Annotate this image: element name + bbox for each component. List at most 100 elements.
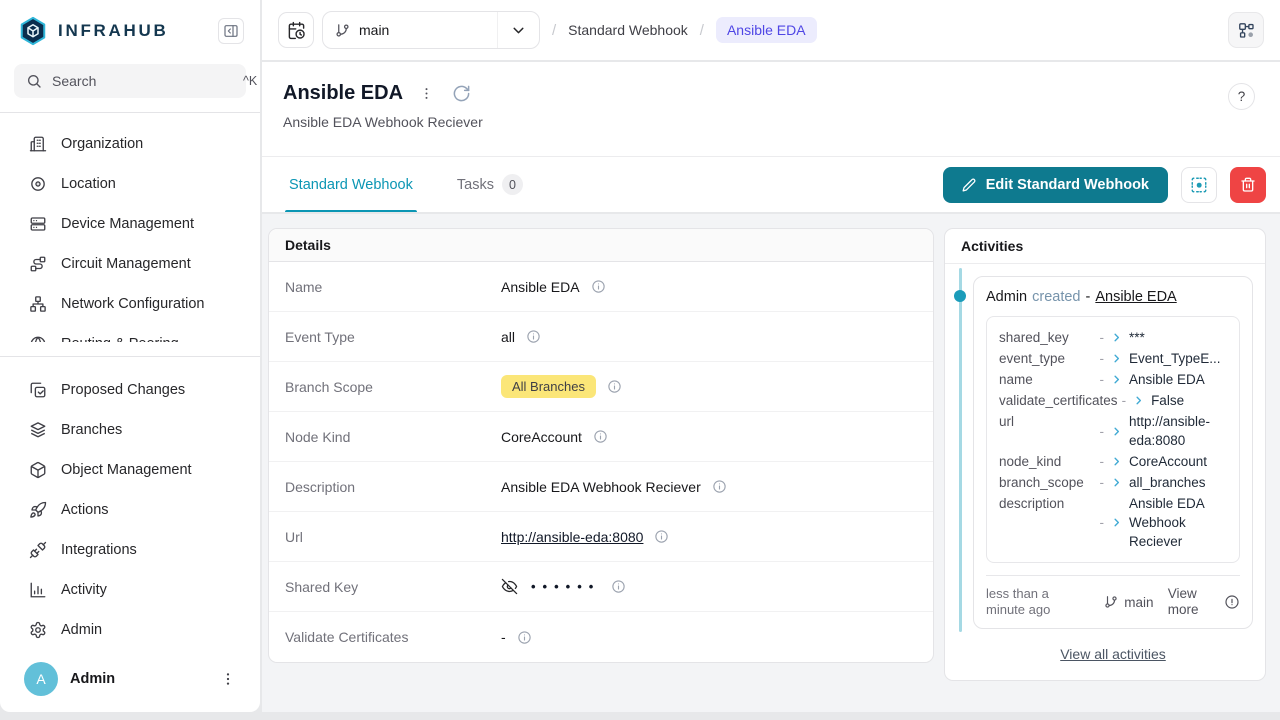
detail-row-description: Description Ansible EDA Webhook Reciever	[269, 462, 933, 512]
activity-properties: shared_key - *** event_type - Event_Type…	[986, 316, 1240, 563]
tab-tasks[interactable]: Tasks 0	[457, 157, 523, 212]
search-input[interactable]	[52, 73, 233, 89]
locate-icon	[29, 175, 47, 193]
sidebar-item-label: Actions	[61, 502, 109, 518]
info-icon[interactable]	[712, 479, 727, 494]
chevron-right-icon[interactable]	[1111, 353, 1122, 364]
cube-icon	[29, 461, 47, 479]
activity-footer: less than a minute ago main View more	[986, 575, 1240, 618]
property-key: validate_certificates	[999, 391, 1118, 410]
sidebar-item-network-configuration[interactable]: Network Configuration	[0, 284, 260, 324]
title-block: Ansible EDA Ansible EDA Webhook Reciever…	[262, 62, 1280, 156]
info-icon[interactable]	[611, 579, 626, 594]
info-icon[interactable]	[517, 630, 532, 645]
chevron-right-icon[interactable]	[1111, 426, 1122, 437]
calendar-clock-button[interactable]	[278, 12, 314, 48]
event-verb: created	[1032, 289, 1080, 305]
info-icon[interactable]	[591, 279, 606, 294]
property-value: Event_TypeE...	[1129, 349, 1227, 368]
detail-label: Event Type	[285, 329, 501, 345]
detail-value: Ansible EDA Webhook Reciever	[501, 479, 701, 495]
sidebar-item-object-management[interactable]: Object Management	[0, 450, 260, 490]
breadcrumb-separator: /	[552, 22, 556, 39]
title-kebab-menu-button[interactable]	[417, 84, 436, 103]
breadcrumb-current[interactable]: Ansible EDA	[716, 17, 817, 43]
activities-title: Activities	[945, 229, 1265, 264]
detail-value: CoreAccount	[501, 429, 582, 445]
info-icon[interactable]	[526, 329, 541, 344]
view-more-link[interactable]: View more	[1168, 586, 1210, 618]
sidebar-item-label: Location	[61, 176, 116, 192]
bar-chart-icon	[29, 581, 47, 599]
info-icon[interactable]	[593, 429, 608, 444]
sidebar-item-label: Routing & Peering	[61, 336, 179, 342]
manage-groups-button[interactable]	[1181, 167, 1217, 203]
rocket-icon	[29, 501, 47, 519]
property-key: description	[999, 494, 1096, 513]
git-branch-icon	[1104, 595, 1118, 609]
tasks-count-badge: 0	[502, 174, 523, 195]
chevron-right-icon[interactable]	[1133, 395, 1144, 406]
user-menu-button[interactable]	[216, 667, 240, 691]
sidebar-item-admin[interactable]: Admin	[0, 610, 260, 650]
sidebar-item-label: Branches	[61, 422, 122, 438]
chevron-right-icon[interactable]	[1111, 456, 1122, 467]
activity-branch: main	[1104, 595, 1153, 610]
detail-row-branch-scope: Branch Scope All Branches	[269, 362, 933, 412]
detail-label: Validate Certificates	[285, 629, 501, 645]
refresh-icon[interactable]	[450, 82, 473, 105]
delete-button[interactable]	[1230, 167, 1266, 203]
property-dash: -	[1122, 391, 1127, 410]
tab-label: Standard Webhook	[289, 177, 413, 193]
property-row: event_type - Event_TypeE...	[999, 349, 1227, 368]
property-row: url - http://ansible-eda:8080	[999, 412, 1227, 450]
chevron-right-icon[interactable]	[1111, 374, 1122, 385]
route-icon	[29, 255, 47, 273]
property-key: url	[999, 412, 1096, 431]
search-bar[interactable]: ^K	[14, 64, 246, 98]
info-icon[interactable]	[607, 379, 622, 394]
property-key: branch_scope	[999, 473, 1096, 492]
sidebar-item-actions[interactable]: Actions	[0, 490, 260, 530]
sidebar-item-organization[interactable]: Organization	[0, 124, 260, 164]
property-value: http://ansible-eda:8080	[1129, 412, 1227, 450]
chevron-right-icon[interactable]	[1111, 517, 1122, 528]
schema-visualizer-button[interactable]	[1228, 12, 1264, 48]
topbar: main / Standard Webhook / Ansible EDA	[262, 0, 1280, 60]
eye-off-icon[interactable]	[501, 578, 518, 595]
edit-standard-webhook-button[interactable]: Edit Standard Webhook	[943, 167, 1168, 203]
sidebar-item-branches[interactable]: Branches	[0, 410, 260, 450]
branch-selector[interactable]: main	[322, 11, 540, 49]
info-icon[interactable]	[1224, 594, 1240, 610]
globe-icon	[29, 335, 47, 342]
sidebar-item-proposed-changes[interactable]: Proposed Changes	[0, 370, 260, 410]
logo-text: INFRAHUB	[58, 21, 208, 41]
pencil-icon	[962, 178, 976, 192]
sidebar-item-activity[interactable]: Activity	[0, 570, 260, 610]
sidebar: INFRAHUB ^K Organization	[0, 0, 260, 712]
info-icon[interactable]	[654, 529, 669, 544]
chevron-down-icon	[497, 12, 539, 48]
chevron-right-icon[interactable]	[1111, 332, 1122, 343]
sidebar-item-circuit-management[interactable]: Circuit Management	[0, 244, 260, 284]
logo-row: INFRAHUB	[0, 0, 260, 56]
url-link[interactable]: http://ansible-eda:8080	[501, 529, 643, 545]
property-row: validate_certificates - False	[999, 391, 1227, 410]
property-value: all_branches	[1129, 473, 1227, 492]
sidebar-item-integrations[interactable]: Integrations	[0, 530, 260, 570]
view-all-activities-link[interactable]: View all activities	[1060, 646, 1166, 662]
git-branch-icon	[335, 23, 350, 38]
sidebar-collapse-button[interactable]	[218, 18, 244, 44]
edit-button-label: Edit Standard Webhook	[986, 177, 1149, 193]
search-shortcut: ^K	[243, 74, 257, 88]
breadcrumb-parent[interactable]: Standard Webhook	[568, 22, 688, 38]
chevron-right-icon[interactable]	[1111, 477, 1122, 488]
sidebar-item-device-management[interactable]: Device Management	[0, 204, 260, 244]
activity-event-card: Admin created - Ansible EDA shared_key -…	[973, 276, 1253, 629]
help-button[interactable]: ?	[1228, 83, 1255, 110]
sidebar-item-location[interactable]: Location	[0, 164, 260, 204]
detail-label: Node Kind	[285, 429, 501, 445]
tab-standard-webhook[interactable]: Standard Webhook	[289, 157, 413, 212]
sidebar-item-routing-peering[interactable]: Routing & Peering	[0, 324, 260, 342]
event-object-link[interactable]: Ansible EDA	[1095, 289, 1176, 305]
